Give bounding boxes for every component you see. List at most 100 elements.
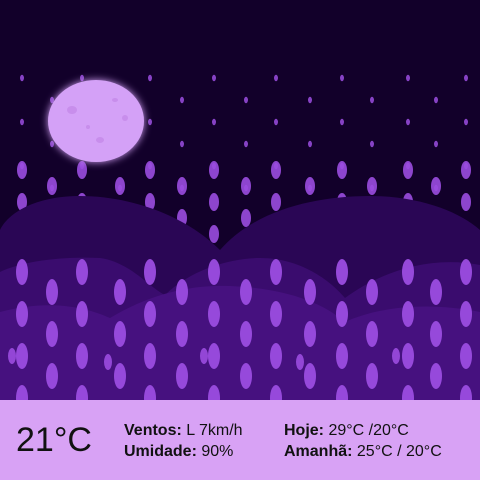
raindrop-icon: [20, 118, 24, 126]
raindrop-icon: [240, 321, 252, 347]
raindrop-icon: [144, 343, 156, 369]
raindrop-icon: [20, 74, 24, 82]
raindrop-icon: [336, 301, 348, 327]
raindrop-icon: [208, 259, 220, 285]
raindrop-icon: [244, 96, 248, 104]
raindrop-icon: [176, 279, 188, 305]
raindrop-icon: [76, 301, 88, 327]
raindrop-icon: [434, 96, 438, 104]
raindrop-icon: [271, 193, 281, 211]
raindrop-icon: [271, 161, 281, 179]
raindrop-icon: [208, 301, 220, 327]
weather-widget: 21°C Ventos: L 7km/h Umidade: 90% Hoje: …: [0, 0, 480, 480]
raindrop-icon: [209, 161, 219, 179]
raindrop-icon: [296, 354, 304, 370]
raindrop-icon: [340, 74, 344, 82]
raindrop-icon: [464, 118, 468, 126]
moon-icon: [48, 80, 144, 162]
weather-scene: [0, 0, 480, 400]
raindrop-icon: [308, 96, 312, 104]
wind-label: Ventos:: [124, 422, 182, 439]
raindrop-icon: [402, 343, 414, 369]
tomorrow-label: Amanhã:: [284, 443, 353, 460]
raindrop-icon: [430, 321, 442, 347]
raindrop-icon: [46, 321, 58, 347]
raindrop-icon: [305, 177, 315, 195]
raindrop-icon: [366, 363, 378, 389]
raindrop-icon: [176, 321, 188, 347]
raindrop-icon: [209, 193, 219, 211]
raindrop-icon: [144, 301, 156, 327]
raindrop-icon: [180, 96, 184, 104]
raindrop-icon: [16, 343, 28, 369]
raindrop-icon: [366, 279, 378, 305]
raindrop-icon: [403, 161, 413, 179]
raindrop-icon: [114, 279, 126, 305]
raindrop-icon: [402, 301, 414, 327]
raindrop-icon: [180, 140, 184, 148]
rain-night-illustration: [0, 0, 480, 400]
raindrop-icon: [270, 343, 282, 369]
raindrop-icon: [241, 209, 251, 227]
raindrop-icon: [367, 177, 377, 195]
raindrop-icon: [46, 279, 58, 305]
raindrop-icon: [209, 225, 219, 243]
raindrop-icon: [430, 279, 442, 305]
raindrop-icon: [370, 96, 374, 104]
raindrop-icon: [77, 161, 87, 179]
humidity-value: 90%: [201, 443, 234, 460]
today-forecast: Hoje: 29°C /20°C: [284, 421, 409, 441]
raindrop-icon: [16, 259, 28, 285]
raindrop-icon: [76, 343, 88, 369]
raindrop-icon: [145, 161, 155, 179]
raindrop-icon: [270, 259, 282, 285]
raindrop-icon: [461, 193, 471, 211]
raindrop-icon: [212, 118, 216, 126]
raindrop-icon: [46, 363, 58, 389]
raindrop-icon: [461, 161, 471, 179]
raindrop-icon: [176, 363, 188, 389]
raindrop-icon: [392, 348, 400, 364]
wind-value: L 7km/h: [186, 422, 243, 439]
raindrop-icon: [304, 363, 316, 389]
raindrop-icon: [406, 118, 410, 126]
raindrop-icon: [308, 140, 312, 148]
raindrop-icon: [366, 321, 378, 347]
raindrop-icon: [80, 74, 84, 82]
raindrop-icon: [148, 74, 152, 82]
raindrop-icon: [460, 259, 472, 285]
raindrop-icon: [336, 259, 348, 285]
raindrop-icon: [430, 363, 442, 389]
today-value: 29°C /20°C: [328, 422, 409, 439]
raindrop-icon: [274, 74, 278, 82]
weather-info-bar: 21°C Ventos: L 7km/h Umidade: 90% Hoje: …: [0, 400, 480, 480]
raindrop-icon: [8, 348, 16, 364]
raindrop-icon: [208, 343, 220, 369]
raindrop-icon: [16, 301, 28, 327]
raindrop-icon: [270, 301, 282, 327]
current-temperature: 21°C: [16, 421, 92, 459]
raindrop-icon: [464, 74, 468, 82]
raindrop-icon: [340, 118, 344, 126]
raindrop-icon: [336, 343, 348, 369]
raindrop-icon: [114, 363, 126, 389]
raindrop-icon: [460, 343, 472, 369]
raindrop-icon: [434, 140, 438, 148]
raindrop-icon: [431, 177, 441, 195]
raindrop-icon: [47, 177, 57, 195]
raindrop-icon: [212, 74, 216, 82]
raindrop-icon: [76, 259, 88, 285]
raindrop-icon: [17, 161, 27, 179]
tomorrow-forecast: Amanhã: 25°C / 20°C: [284, 442, 442, 462]
raindrop-icon: [240, 279, 252, 305]
raindrop-icon: [200, 348, 208, 364]
raindrop-icon: [406, 74, 410, 82]
raindrop-icon: [370, 140, 374, 148]
raindrop-icon: [177, 177, 187, 195]
raindrop-icon: [274, 118, 278, 126]
raindrop-icon: [148, 118, 152, 126]
raindrop-icon: [241, 177, 251, 195]
raindrop-icon: [402, 259, 414, 285]
raindrop-icon: [144, 259, 156, 285]
raindrop-icon: [240, 363, 252, 389]
